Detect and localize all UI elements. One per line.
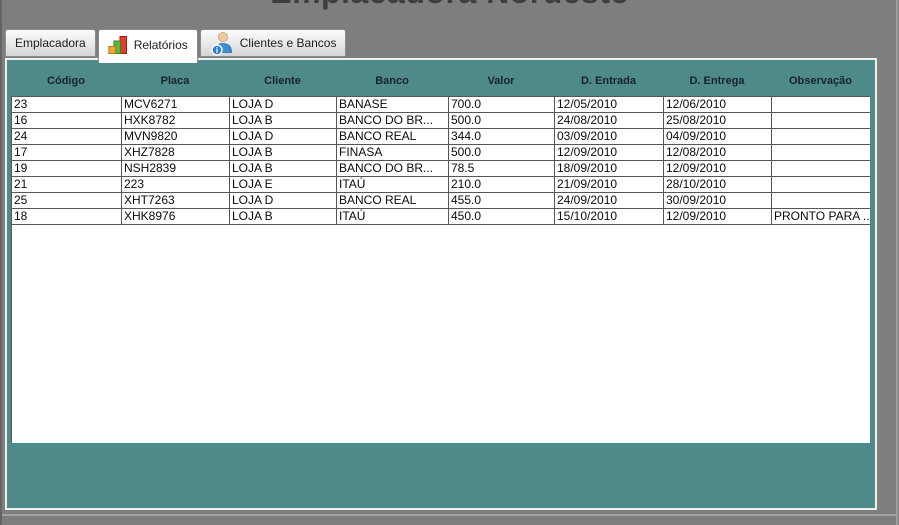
table-cell[interactable]: 12/09/2010 (555, 145, 664, 161)
table-cell[interactable]: BANCO REAL (337, 193, 449, 209)
table-row[interactable]: 23 MCV6271 LOJA D BANASE 700.0 12/05/2010 12/0… (12, 97, 870, 113)
table-cell[interactable]: XHT7263 (122, 193, 230, 209)
table-cell[interactable]: LOJA B (230, 145, 337, 161)
table-row[interactable]: 19 NSH2839 LOJA B BANCO DO BR... 78.5 18/09/2… (12, 161, 870, 177)
table-cell[interactable]: 24/09/2010 (555, 193, 664, 209)
table-cell[interactable]: 12/05/2010 (555, 97, 664, 113)
table-cell[interactable]: NSH2839 (122, 161, 230, 177)
column-header[interactable]: Cliente (229, 66, 336, 96)
tab-label: Clientes e Bancos (239, 36, 337, 50)
table-cell[interactable] (772, 129, 870, 145)
table-cell[interactable]: LOJA E (230, 177, 337, 193)
tab-label: Emplacadora (15, 36, 86, 50)
tab-emplacadora[interactable]: Emplacadora (5, 29, 96, 57)
table-cell[interactable]: 18/09/2010 (555, 161, 664, 177)
table-cell[interactable]: MCV6271 (122, 97, 230, 113)
table-cell[interactable]: MVN9820 (122, 129, 230, 145)
table-cell[interactable] (772, 177, 870, 193)
table-cell[interactable]: 24/08/2010 (555, 113, 664, 129)
column-header[interactable]: Valor (448, 66, 554, 96)
table-cell[interactable]: ITAÚ (337, 209, 449, 225)
tab-clientes-bancos[interactable]: i Clientes e Bancos (199, 29, 347, 57)
table-cell[interactable]: 28/10/2010 (664, 177, 772, 193)
tab-strip: Emplacadora Relatórios i Clientes e Banc… (5, 26, 347, 63)
column-header[interactable]: Código (11, 66, 121, 96)
grid-body[interactable]: 23 MCV6271 LOJA D BANASE 700.0 12/05/2010 12/0… (11, 96, 870, 443)
table-cell[interactable]: 223 (122, 177, 230, 193)
table-cell[interactable]: 25 (12, 193, 122, 209)
tab-relatorios[interactable]: Relatórios (97, 29, 198, 63)
table-cell[interactable]: 210.0 (449, 177, 555, 193)
table-cell[interactable]: 16 (12, 113, 122, 129)
table-cell[interactable]: 700.0 (449, 97, 555, 113)
table-row[interactable]: 21 223 LOJA E ITAÚ 210.0 21/09/2010 28/10/2010 (12, 177, 870, 193)
statusbar-divider (2, 514, 896, 516)
column-header[interactable]: D. Entrada (554, 66, 663, 96)
table-cell[interactable] (772, 145, 870, 161)
table-row[interactable]: 16 HXK8782 LOJA B BANCO DO BR... 500.0 24/08/… (12, 113, 870, 129)
table-cell[interactable]: BANCO REAL (337, 129, 449, 145)
column-header[interactable]: D. Entrega (663, 66, 771, 96)
table-cell[interactable]: LOJA B (230, 113, 337, 129)
table-cell[interactable]: LOJA B (230, 209, 337, 225)
column-header[interactable]: Placa (121, 66, 229, 96)
table-cell[interactable]: 12/08/2010 (664, 145, 772, 161)
records-grid: Código Placa Cliente Banco Valor D. Entrada D.… (11, 66, 870, 443)
clients-icon: i (211, 31, 232, 56)
tab-page-relatorios: Código Placa Cliente Banco Valor D. Entrada D.… (5, 58, 877, 510)
table-cell[interactable]: XHK8976 (122, 209, 230, 225)
column-header[interactable]: Observação (771, 66, 870, 96)
table-cell[interactable]: ITAÚ (337, 177, 449, 193)
svg-text:i: i (216, 46, 218, 55)
table-cell[interactable]: 15/10/2010 (555, 209, 664, 225)
table-cell[interactable] (772, 97, 870, 113)
window-right-edge (896, 0, 898, 525)
table-cell[interactable]: 21/09/2010 (555, 177, 664, 193)
table-cell[interactable]: 17 (12, 145, 122, 161)
table-cell[interactable]: 78.5 (449, 161, 555, 177)
table-cell[interactable]: 500.0 (449, 145, 555, 161)
table-cell[interactable]: 344.0 (449, 129, 555, 145)
table-cell[interactable] (772, 161, 870, 177)
table-cell[interactable]: 30/09/2010 (664, 193, 772, 209)
table-row[interactable]: 25 XHT7263 LOJA D BANCO REAL 455.0 24/09/2010… (12, 193, 870, 209)
grid-header-row: Código Placa Cliente Banco Valor D. Entrada D.… (11, 66, 870, 96)
table-cell[interactable]: 500.0 (449, 113, 555, 129)
table-cell[interactable]: 12/09/2010 (664, 161, 772, 177)
table-cell[interactable]: 25/08/2010 (664, 113, 772, 129)
table-cell[interactable]: PRONTO PARA ... (772, 209, 870, 225)
table-cell[interactable]: 04/09/2010 (664, 129, 772, 145)
table-cell[interactable]: BANCO DO BR... (337, 161, 449, 177)
table-cell[interactable] (772, 193, 870, 209)
table-row[interactable]: 24 MVN9820 LOJA D BANCO REAL 344.0 03/09/2010… (12, 129, 870, 145)
table-cell[interactable]: 21 (12, 177, 122, 193)
table-cell[interactable]: BANCO DO BR... (337, 113, 449, 129)
table-cell[interactable]: 455.0 (449, 193, 555, 209)
app-title: Emplacadora Nordeste (0, 0, 899, 11)
table-cell[interactable]: HXK8782 (122, 113, 230, 129)
tab-label: Relatórios (133, 38, 188, 52)
table-cell[interactable]: 450.0 (449, 209, 555, 225)
window-left-edge (0, 0, 2, 525)
table-cell[interactable]: LOJA B (230, 161, 337, 177)
table-cell[interactable]: 19 (12, 161, 122, 177)
table-cell[interactable]: LOJA D (230, 129, 337, 145)
table-cell[interactable]: XHZ7828 (122, 145, 230, 161)
table-cell[interactable]: 03/09/2010 (555, 129, 664, 145)
table-cell[interactable]: 23 (12, 97, 122, 113)
table-cell[interactable] (772, 113, 870, 129)
table-row[interactable]: 17 XHZ7828 LOJA B FINASA 500.0 12/09/2010 12/0… (12, 145, 870, 161)
bar-chart-icon (108, 36, 127, 54)
table-cell[interactable]: LOJA D (230, 193, 337, 209)
column-header[interactable]: Banco (336, 66, 448, 96)
table-cell[interactable]: 12/09/2010 (664, 209, 772, 225)
table-cell[interactable]: BANASE (337, 97, 449, 113)
table-row[interactable]: 18 XHK8976 LOJA B ITAÚ 450.0 15/10/2010 12/09/… (12, 209, 870, 225)
table-cell[interactable]: 24 (12, 129, 122, 145)
table-cell[interactable]: 18 (12, 209, 122, 225)
table-cell[interactable]: 12/06/2010 (664, 97, 772, 113)
table-cell[interactable]: FINASA (337, 145, 449, 161)
table-cell[interactable]: LOJA D (230, 97, 337, 113)
